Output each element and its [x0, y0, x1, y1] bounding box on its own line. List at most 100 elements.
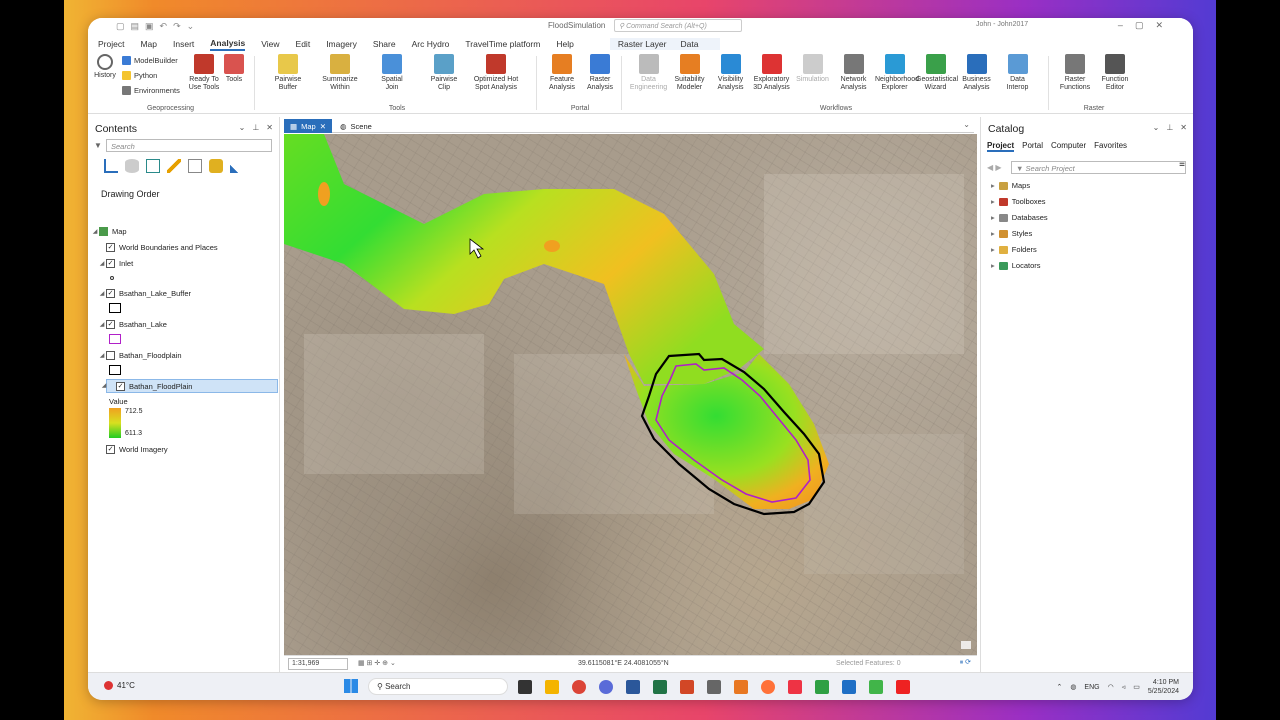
expand-icon[interactable]: ◢ — [98, 352, 106, 359]
layer-world-imagery[interactable]: ✓ World Imagery — [88, 442, 278, 456]
drawing-order-icon[interactable] — [104, 159, 118, 173]
arcgis-pro-icon[interactable] — [842, 680, 856, 694]
data-source-icon[interactable] — [125, 159, 139, 173]
catalog-item-folders[interactable]: ▸ Folders — [991, 245, 1037, 254]
charts-icon[interactable] — [230, 159, 244, 173]
redo-icon[interactable]: ↷ — [173, 21, 181, 32]
portal-button-feature-analysis[interactable]: Feature Analysis — [544, 54, 580, 92]
ribbon-tab-view[interactable]: View — [261, 39, 279, 49]
workflows-button-business-analysis[interactable]: Business Analysis — [957, 54, 996, 92]
catalog-item-databases[interactable]: ▸ Databases — [991, 213, 1048, 222]
workflows-button-simulation[interactable]: Simulation — [793, 54, 832, 84]
task-view-icon[interactable] — [518, 680, 532, 694]
expand-icon[interactable]: ▸ — [991, 213, 995, 222]
visibility-checkbox[interactable]: ✓ — [106, 258, 115, 268]
tools-button-pairwise-buffer[interactable]: Pairwise Buffer — [263, 54, 313, 92]
workflows-button-exploratory-3d-analysis[interactable]: Exploratory 3D Analysis — [752, 54, 791, 92]
expand-icon[interactable]: ◢ — [98, 290, 106, 297]
tab-map[interactable]: ▦ Map ✕ — [284, 119, 332, 133]
close-icon[interactable]: ✕ — [1155, 20, 1163, 31]
tools-button-optimized-hot-spot-analysis[interactable]: Optimized Hot Spot Analysis — [471, 54, 521, 92]
refresh-icon[interactable]: ⏸ ⟳ — [960, 658, 971, 667]
ribbon-tab-map[interactable]: Map — [140, 39, 157, 49]
catalog-item-toolboxes[interactable]: ▸ Toolboxes — [991, 197, 1046, 206]
new-project-icon[interactable]: ▢ — [116, 21, 125, 32]
visibility-checkbox[interactable] — [106, 350, 115, 360]
customize-qat-icon[interactable]: ⌄ — [187, 21, 195, 32]
undo-icon[interactable]: ↶ — [160, 21, 168, 32]
filter-icon[interactable]: ▼ — [94, 141, 102, 150]
raster-button-function-editor[interactable]: Function Editor — [1096, 54, 1134, 92]
contextual-tab-data[interactable]: Data — [681, 39, 699, 49]
ribbon-tab-arc-hydro[interactable]: Arc Hydro — [412, 39, 450, 49]
layer-lake[interactable]: ◢ ✓ Bsathan_Lake — [88, 317, 278, 331]
lake-buffer-symbol[interactable] — [109, 303, 121, 313]
ribbon-tab-share[interactable]: Share — [373, 39, 396, 49]
expand-icon[interactable]: ▸ — [991, 229, 995, 238]
expand-icon[interactable]: ◢ — [98, 260, 106, 267]
ribbon-tab-edit[interactable]: Edit — [296, 39, 311, 49]
catalog-search-input[interactable]: ▼ Search Project — [1011, 161, 1186, 174]
catalog-tab-favorites[interactable]: Favorites — [1094, 141, 1127, 152]
map-tools-icons[interactable]: ▦ ⊞ ✛ ⊕ ⌄ — [358, 659, 396, 667]
workflows-button-neighborhood-explorer[interactable]: Neighborhood Explorer — [875, 54, 919, 92]
expand-icon[interactable]: ▸ — [991, 245, 995, 254]
visibility-checkbox[interactable]: ✓ — [106, 242, 115, 252]
taskbar-search[interactable]: ⚲ Search — [368, 678, 508, 695]
ribbon-tab-imagery[interactable]: Imagery — [326, 39, 357, 49]
scale-dropdown[interactable]: 1:31,969 — [288, 658, 348, 670]
raster-button-raster-functions[interactable]: Raster Functions — [1056, 54, 1094, 92]
tab-menu-icon[interactable]: ⌄ — [963, 120, 970, 129]
command-search-input[interactable]: ⚲ Command Search (Alt+Q) — [614, 19, 742, 32]
contents-search-input[interactable]: Search — [106, 139, 272, 152]
pane-menu-icon[interactable]: ⌄ — [1153, 123, 1160, 132]
layer-inlet[interactable]: ◢ ✓ Inlet — [88, 256, 278, 270]
workflows-button-data-interop[interactable]: Data Interop — [998, 54, 1037, 92]
map-canvas[interactable] — [284, 134, 977, 655]
expand-icon[interactable]: ◢ — [100, 382, 108, 389]
word-icon[interactable] — [626, 680, 640, 694]
layer-world-boundaries[interactable]: ✓ World Boundaries and Places — [88, 240, 278, 254]
tools-button-pairwise-clip[interactable]: Pairwise Clip — [419, 54, 469, 92]
ribbon-tab-help[interactable]: Help — [556, 39, 573, 49]
floodplain-symbol[interactable] — [109, 365, 121, 375]
layer-floodplain-vector[interactable]: ◢ Bathan_Floodplain — [88, 348, 278, 362]
close-icon[interactable]: ✕ — [1180, 123, 1187, 132]
layer-floodplain-raster[interactable]: ✓ Bathan_FloodPlain — [106, 379, 278, 393]
expand-icon[interactable]: ◢ — [98, 321, 106, 328]
workflows-button-network-analysis[interactable]: Network Analysis — [834, 54, 873, 92]
visibility-checkbox[interactable]: ✓ — [106, 319, 115, 329]
chevron-up-icon[interactable]: ⌃ — [1056, 683, 1062, 691]
expand-icon[interactable]: ◢ — [91, 228, 99, 235]
app-icon[interactable] — [599, 680, 613, 694]
layer-lake-buffer[interactable]: ◢ ✓ Bsathan_Lake_Buffer — [88, 286, 278, 300]
workflows-button-visibility-analysis[interactable]: Visibility Analysis — [711, 54, 750, 92]
contextual-tab-raster-layer[interactable]: Raster Layer — [618, 39, 667, 49]
file-explorer-icon[interactable] — [545, 680, 559, 694]
ribbon-tab-traveltime-platform[interactable]: TravelTime platform — [465, 39, 540, 49]
tools-button-spatial-join[interactable]: Spatial Join — [367, 54, 417, 92]
modelbuilder-button[interactable]: ModelBuilder — [122, 56, 178, 65]
ribbon-tab-insert[interactable]: Insert — [173, 39, 194, 49]
catalog-item-locators[interactable]: ▸ Locators — [991, 261, 1041, 270]
catalog-tab-project[interactable]: Project — [987, 141, 1015, 152]
selection-icon[interactable] — [146, 159, 160, 173]
calculator-icon[interactable] — [707, 680, 721, 694]
pane-menu-icon[interactable]: ⌄ — [239, 123, 246, 132]
snapping-icon[interactable] — [188, 159, 202, 173]
tools-button[interactable]: Tools — [219, 54, 249, 84]
map-overview-icon[interactable] — [961, 641, 971, 649]
pin-icon[interactable]: ⊥ — [252, 123, 259, 132]
expand-icon[interactable]: ▸ — [991, 197, 995, 206]
labeling-icon[interactable] — [209, 159, 223, 173]
catalog-tab-computer[interactable]: Computer — [1051, 141, 1086, 152]
app-icon[interactable] — [788, 680, 802, 694]
back-icon[interactable]: ◀ ▶ — [987, 163, 1002, 172]
history-button[interactable]: History — [90, 54, 120, 80]
expand-icon[interactable]: ▸ — [991, 261, 995, 270]
close-icon[interactable]: ✕ — [266, 123, 273, 132]
catalog-tab-portal[interactable]: Portal — [1022, 141, 1043, 152]
ribbon-tab-analysis[interactable]: Analysis — [210, 38, 246, 51]
clock[interactable]: 4:10 PM 5/25/2024 — [1148, 678, 1179, 696]
lake-symbol[interactable] — [109, 334, 121, 344]
